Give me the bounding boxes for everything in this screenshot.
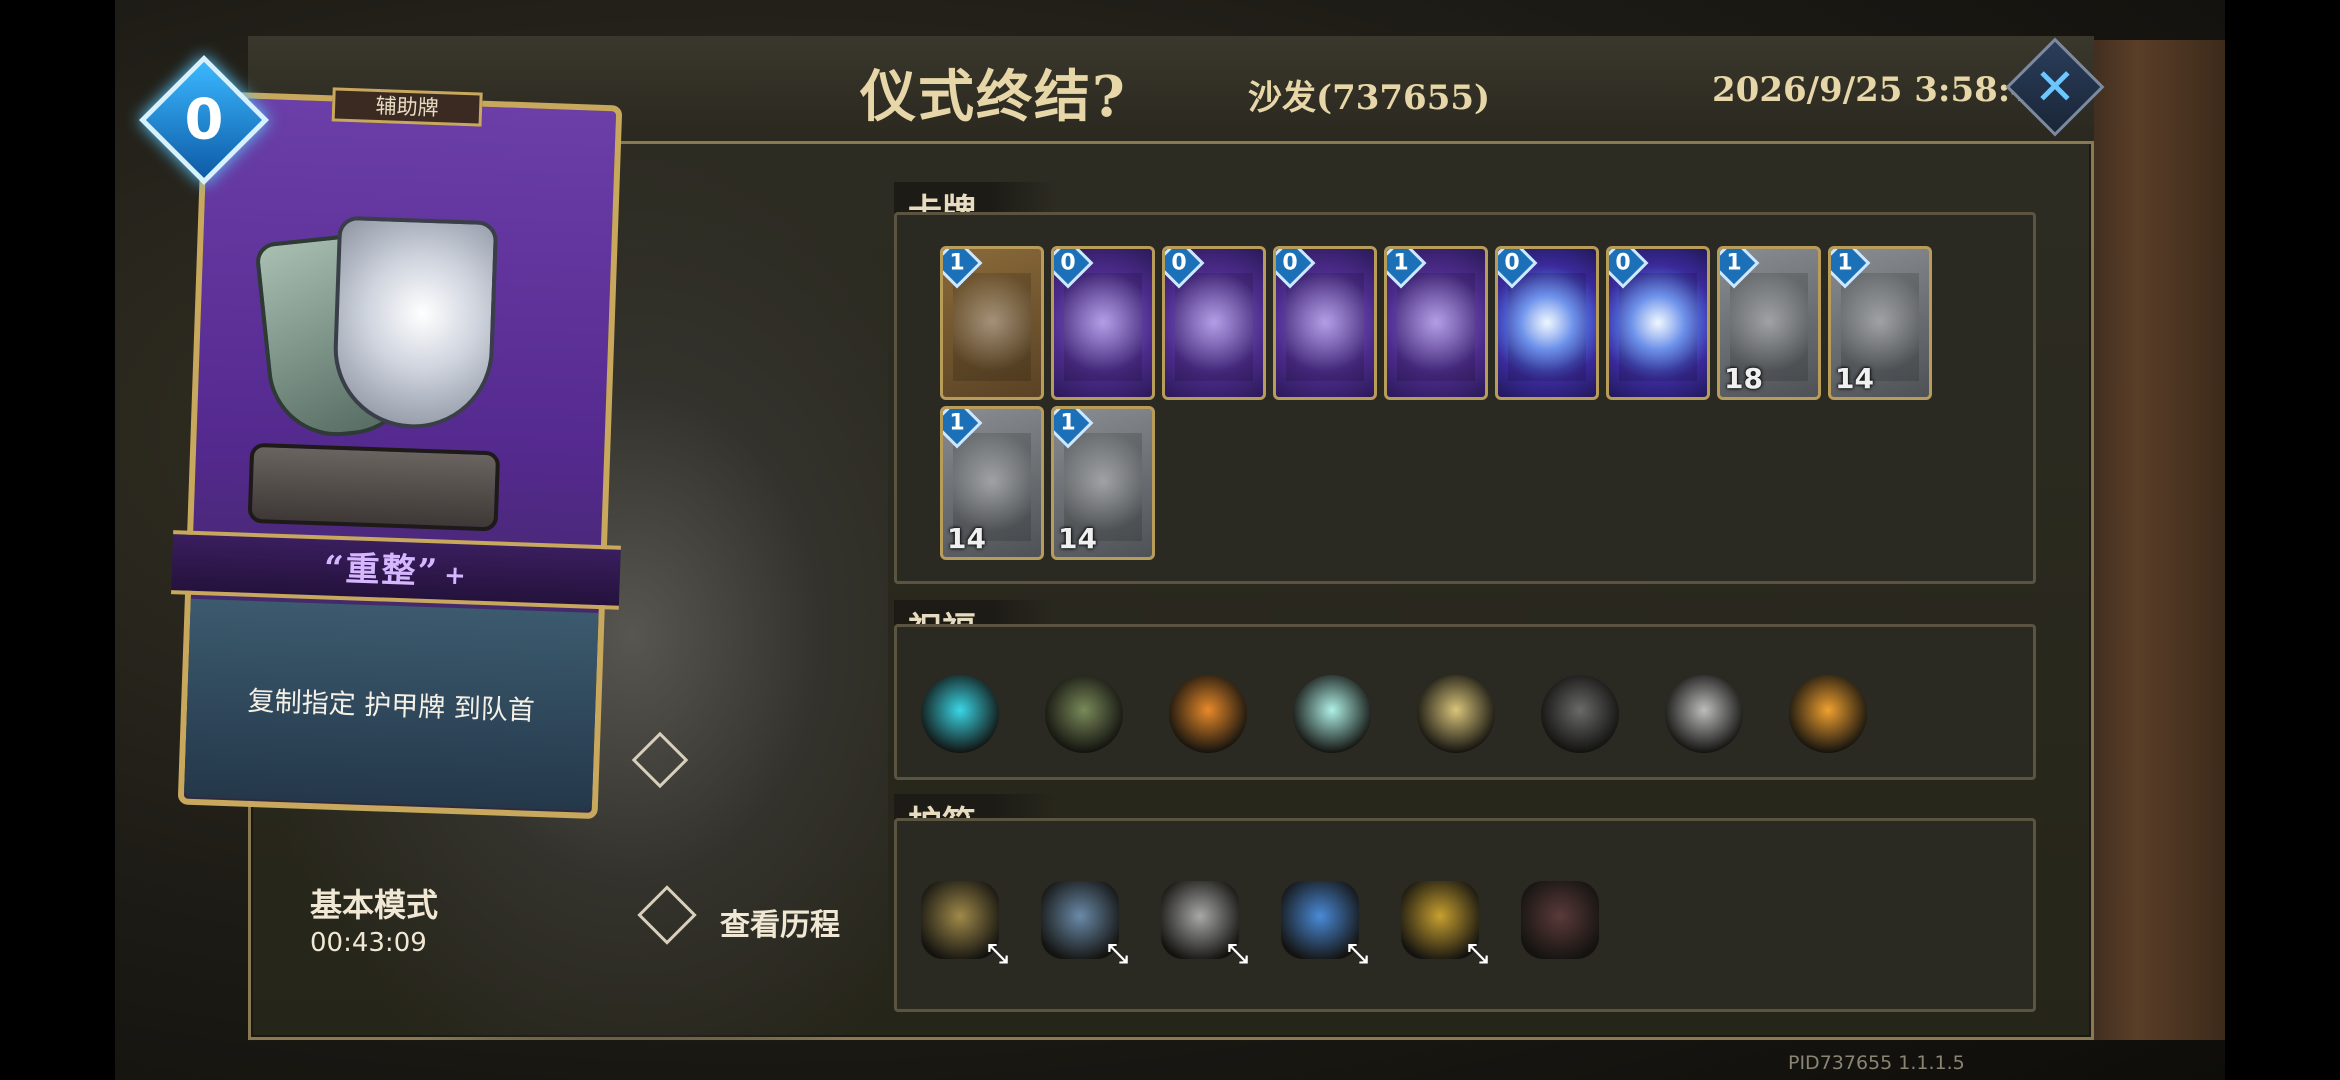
card-9[interactable]: 1 14 (1828, 246, 1932, 400)
card-cost-value: 0 (1282, 250, 1298, 276)
merge-arrows-icon: ⤡ (987, 939, 1008, 969)
amulet-emblem (1521, 881, 1599, 959)
glowing-shield-card-art (1508, 273, 1586, 381)
card-7[interactable]: 0 (1606, 246, 1710, 400)
hourglass-card-art (1064, 273, 1142, 381)
shield-book-card-art (1286, 273, 1364, 381)
card-cost-value: 0 (1615, 250, 1631, 276)
card-art (236, 173, 569, 574)
scroll-banner-icon[interactable] (1512, 872, 1608, 968)
card-stack-count: 14 (1058, 522, 1097, 555)
blessing-emblem (1789, 675, 1867, 753)
close-icon: ✕ (2034, 58, 2076, 116)
card-cost-value: 1 (1726, 250, 1742, 276)
rune-stone-icon[interactable]: ⤡ (1032, 872, 1128, 969)
card-description: 复制指定 护甲牌 到队首 (247, 685, 536, 727)
shield-knight-card-art (953, 273, 1031, 381)
card-cost-value: 0 (1171, 250, 1187, 276)
card-cost-value: 1 (1837, 250, 1853, 276)
blessing-emblem (1665, 675, 1743, 753)
card-2[interactable]: 0 (1051, 246, 1155, 400)
card-description-box: 复制指定 护甲牌 到队首 (183, 598, 599, 811)
gold-key-icon[interactable]: ⤡ (1392, 872, 1488, 969)
card-upgrade-mark: + (443, 560, 469, 592)
blue-gem-horseshoe-icon[interactable]: ⤡ (1272, 872, 1368, 969)
card-cost-value: 1 (1060, 410, 1076, 436)
player-name: 沙发(737655) (1248, 78, 1491, 118)
merge-arrows-icon: ⤡ (1227, 939, 1248, 969)
card-stack-count: 18 (1724, 362, 1763, 395)
warrior-card-art (1175, 273, 1253, 381)
player-id-version: PID737655 1.1.1.5 (1788, 1052, 1965, 1074)
card-3[interactable]: 0 (1162, 246, 1266, 400)
card-cost-value: 1 (949, 250, 965, 276)
card-stack-count: 14 (1835, 362, 1874, 395)
card-detail-popup[interactable]: 辅助牌 “重整” + 复制指定 护甲牌 到队首 (171, 87, 623, 820)
blessing-emblem (1417, 675, 1495, 753)
run-datetime: 2026/9/25 3:58:40 (1712, 70, 2058, 110)
card-10[interactable]: 1 14 (940, 406, 1044, 560)
wings-icon[interactable] (1408, 666, 1504, 762)
card-cost-value: 0 (1060, 250, 1076, 276)
blessing-emblem (1293, 675, 1371, 753)
view-history-button[interactable]: 查看历程 (637, 885, 890, 950)
merge-arrows-icon: ⤡ (1107, 939, 1128, 969)
card-stack-count: 14 (947, 522, 986, 555)
horseshoe-icon[interactable]: ⤡ (1152, 872, 1248, 969)
history-icon (637, 885, 697, 945)
background-door (2075, 40, 2225, 1040)
card-name: “重整” (323, 548, 440, 593)
card-6[interactable]: 0 (1495, 246, 1599, 400)
shadow-warrior-icon[interactable] (1532, 666, 1628, 762)
book-icon (247, 442, 501, 532)
page-title: 仪式终结? (860, 64, 1127, 130)
card-type-label: 辅助牌 (331, 87, 483, 127)
view-history-label: 查看历程 (720, 908, 840, 943)
crossed-hammers-icon[interactable]: ⤡ (912, 872, 1008, 969)
card-cost-value: 0 (1504, 250, 1520, 276)
merge-arrows-icon: ⤡ (1347, 939, 1368, 969)
meditation-icon[interactable] (1036, 666, 1132, 762)
game-mode-label: 基本模式 (310, 886, 439, 924)
blessing-emblem (1045, 675, 1123, 753)
card-4[interactable]: 0 (1273, 246, 1377, 400)
merge-arrows-icon: ⤡ (1467, 939, 1488, 969)
card-cost-value: 1 (1393, 250, 1409, 276)
star-shield-icon[interactable] (1284, 666, 1380, 762)
card-1[interactable]: 1 (940, 246, 1044, 400)
card-cost-value: 1 (949, 410, 965, 436)
blessing-emblem (921, 675, 999, 753)
fire-swirl-icon[interactable] (1160, 666, 1256, 762)
crystal-icon[interactable] (912, 666, 1008, 762)
card-11[interactable]: 1 14 (1051, 406, 1155, 560)
glowing-shield-card-art (1619, 273, 1697, 381)
burst-shield-card-art (1397, 273, 1475, 381)
blessing-emblem (1541, 675, 1619, 753)
flaming-sword-icon[interactable] (1780, 666, 1876, 762)
elapsed-time: 00:43:09 (310, 928, 427, 958)
card-cost-value: 0 (184, 87, 224, 153)
card-5[interactable]: 1 (1384, 246, 1488, 400)
gear-icon[interactable] (1656, 666, 1752, 762)
card-8[interactable]: 1 18 (1717, 246, 1821, 400)
white-shield-icon (330, 215, 499, 432)
blessing-emblem (1169, 675, 1247, 753)
